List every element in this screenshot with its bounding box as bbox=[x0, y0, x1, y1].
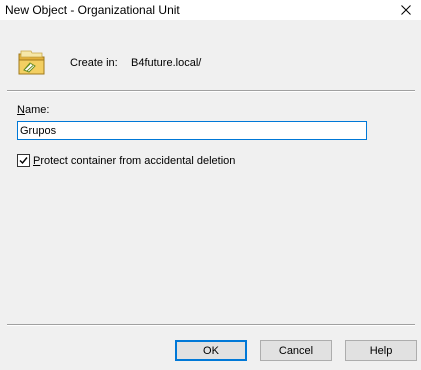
window-title: New Object - Organizational Unit bbox=[5, 3, 180, 17]
close-icon bbox=[401, 5, 411, 15]
separator-top bbox=[7, 90, 415, 92]
protect-container-checkbox[interactable] bbox=[17, 154, 30, 167]
close-button[interactable] bbox=[391, 0, 421, 20]
help-button[interactable]: Help bbox=[345, 340, 417, 361]
separator-bottom bbox=[7, 324, 415, 326]
title-bar: New Object - Organizational Unit bbox=[0, 0, 421, 20]
create-in-label: Create in: bbox=[70, 57, 118, 69]
create-in-path: B4future.local/ bbox=[131, 57, 202, 69]
name-input[interactable] bbox=[17, 121, 367, 140]
cancel-button[interactable]: Cancel bbox=[260, 340, 332, 361]
organizational-unit-icon bbox=[18, 50, 45, 75]
name-label: Name: bbox=[17, 104, 50, 116]
protect-container-label: Protect container from accidental deleti… bbox=[33, 154, 236, 167]
protect-container-checkbox-row[interactable]: Protect container from accidental deleti… bbox=[17, 154, 235, 167]
checkmark-icon bbox=[19, 157, 28, 165]
ok-button[interactable]: OK bbox=[175, 340, 247, 361]
